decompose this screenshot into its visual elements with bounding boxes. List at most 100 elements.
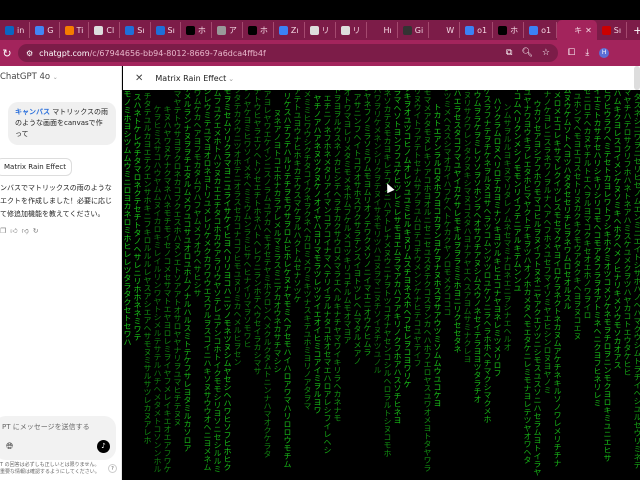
- rain-column: カトラヒワヒウラワヘミテセトカヨレワトフシキホクミオツコメソケネモヲチロヲニンモ…: [603, 90, 612, 462]
- rain-column: チタテユルカヨエテクエンサホキニフキロルルルレヤスアシエアヘサモヌミサルサツレカ…: [143, 92, 152, 444]
- tab-favicon-icon: [5, 25, 14, 35]
- rain-column: ナトウヒヤラエソヘトソセエチトホネハトヘレワニランホテヘウセイラカシマサ: [253, 90, 262, 375]
- tab-label: Ti: [76, 25, 84, 35]
- tab-label: G: [47, 25, 54, 35]
- url-path: /c/67944656-bb94-8012-8669-7a6dca4ffb4f: [89, 48, 266, 58]
- tab-label: o1: [477, 25, 488, 35]
- rain-column: セヨレイユヤナワヨウキラレエタホヒマヤクトテキヲツハオノホカメタヘモエタケニレミ…: [523, 90, 532, 464]
- browser-tab[interactable]: ア: [212, 22, 243, 38]
- browser-tab[interactable]: o1: [524, 22, 558, 38]
- browser-tab[interactable]: ホ: [181, 22, 212, 38]
- new-tab-button[interactable]: +: [627, 24, 640, 37]
- rain-column: ハヌオヒネコムヘリクンメシノモモンリイフテニアルキテムンンユ: [513, 90, 522, 292]
- tab-close-icon[interactable]: ✕: [585, 26, 592, 35]
- canvas-card-button[interactable]: Matrix Rain Effect: [0, 158, 72, 176]
- message-composer[interactable]: PT にメッセージを送信する 🌐︎ ♪: [0, 416, 116, 460]
- model-selector[interactable]: ChatGPT 4o ⌄: [0, 72, 58, 82]
- copy-icon[interactable]: ❐: [0, 227, 10, 235]
- browser-tab[interactable]: リ: [336, 22, 367, 38]
- browser-tab[interactable]: Cl: [89, 22, 121, 38]
- rain-column: ユチフケスラフナテヲチケネヲルヌヨサヘラツコムンツツロユケソニラヘラホホヘチマク…: [483, 90, 492, 423]
- thumbs-up-icon[interactable]: 👍︎: [10, 227, 21, 235]
- tab-label: ア: [228, 25, 237, 35]
- canvas-title[interactable]: Matrix Rain Effect ⌄: [155, 74, 234, 83]
- tab-favicon-icon: [309, 25, 319, 35]
- site-settings-icon[interactable]: ⚙: [26, 49, 33, 58]
- browser-tab[interactable]: キ ✕: [557, 20, 597, 40]
- tab-label: Hı: [383, 25, 392, 35]
- rain-column: フルイモマメアタモヌレキソアコホヨオルニセニセユスタテクコスヲンカヘハホフエロヤ…: [423, 90, 432, 472]
- browser-tab[interactable]: Sı: [151, 22, 181, 38]
- help-button[interactable]: ?: [108, 464, 117, 473]
- bookmark-star-icon[interactable]: ☆: [542, 48, 550, 58]
- tab-favicon-icon: [278, 25, 288, 35]
- browser-tab[interactable]: o1: [460, 22, 494, 38]
- browser-tab[interactable]: Zı: [274, 22, 305, 38]
- zoom-icon[interactable]: 🔍︎: [521, 48, 532, 58]
- message-actions: ❐👍︎👎︎↻: [0, 226, 43, 235]
- tab-label: W: [446, 25, 455, 35]
- tab-favicon-icon: [562, 25, 572, 35]
- tab-favicon-icon: [216, 25, 226, 35]
- tab-favicon-icon: [35, 25, 45, 35]
- rain-column: セモメロメエコレキサマレクイツレスモセマクヤヨイロケラネクトネカヌムアケチネキル…: [553, 90, 562, 467]
- tab-favicon-icon: [498, 25, 508, 35]
- reload-icon[interactable]: ↻: [0, 47, 14, 60]
- tab-label: Zı: [290, 25, 299, 35]
- address-bar[interactable]: ⚙ chatgpt.com/c/67944656-bb94-8012-8669-…: [18, 44, 558, 62]
- browser-tab[interactable]: in: [0, 22, 31, 38]
- rain-column: セマヤチハテロサクリフホハネトネアハミスケユメクヲツハヤカコトエウタケヒヒ: [623, 90, 632, 376]
- browser-tab[interactable]: ホ: [493, 22, 525, 38]
- tab-favicon-icon: [185, 25, 195, 35]
- voice-mode-button[interactable]: ♪: [97, 440, 110, 453]
- browser-tab[interactable]: Sı: [597, 22, 628, 38]
- tab-label: ホ: [259, 25, 268, 35]
- canvas-card-title: Matrix Rain Effect: [4, 163, 67, 171]
- browser-tab[interactable]: Gi: [398, 22, 430, 38]
- url-text[interactable]: chatgpt.com/c/67944656-bb94-8012-8669-7a…: [39, 49, 266, 58]
- browser-tab[interactable]: ホ: [243, 22, 274, 38]
- rain-column: スヒトミネソカテヌモカヨキレテフノニハアトレナメヌウニナヲトツコオナヤセンコシル…: [383, 90, 392, 457]
- address-toolbar: ↻ ⚙ chatgpt.com/c/67944656-bb94-8012-866…: [0, 40, 640, 66]
- globe-icon[interactable]: 🌐︎: [6, 442, 13, 452]
- tab-label: キ: [574, 25, 583, 35]
- rain-column: ヌネアノヨトコエホナカラアレメルマミラスミニアカオウネカサチマシシ: [273, 109, 282, 373]
- tab-bar: in G Ti Cl Sı Sı ホ ア ホ Zı リ リ Hı Gi Wo1 ホ o1 キ ✕ Sı +: [0, 20, 640, 40]
- tab-label: in: [17, 25, 25, 35]
- browser-tab[interactable]: Hı: [367, 22, 398, 38]
- rain-column: アサニンフヘイトコワオサホスワクサラテンスイヨトツレヘムマタルメアノ: [353, 93, 362, 365]
- browser-tab[interactable]: G: [30, 22, 60, 38]
- user-message: キャンバス マトリックスの雨のような画面をcanvasで作って: [8, 102, 116, 145]
- disclaimer: T の回答は必ずしも正しいとは限りません。重要な情報は確認するようにしてください…: [0, 462, 100, 475]
- tab-label: Gi: [414, 25, 424, 35]
- chevron-down-icon: ⌄: [52, 74, 58, 81]
- rain-column: サシツミメヘススシマオカイハフケヘトケカクヤノロモメクコココ: [443, 90, 452, 316]
- model-name: ChatGPT 4o: [0, 72, 51, 82]
- canvas-header: ✕ Matrix Rain Effect ⌄: [123, 66, 640, 90]
- rain-column: テムハエラセスタコフマユヤイカケサレモキルヲヲラミミホヨニリクセセタネ: [453, 90, 462, 353]
- url-host: chatgpt.com: [39, 48, 90, 58]
- rain-column: ヌロホラキヲオユツコヒノムオレツユユミヒルキヌリムスチヨネスホヘフセレヲコヨワリ…: [403, 90, 412, 388]
- close-icon[interactable]: ✕: [135, 73, 143, 84]
- thumbs-down-icon[interactable]: 👎︎: [22, 227, 33, 235]
- browser-tab[interactable]: W: [429, 22, 461, 38]
- tab-label: o1: [541, 25, 552, 35]
- open-in-app-icon[interactable]: ⧉: [506, 48, 512, 58]
- profile-avatar[interactable]: H: [599, 48, 610, 58]
- browser-tab[interactable]: Sı: [120, 22, 151, 38]
- chevron-down-icon: ⌄: [228, 74, 235, 83]
- rain-column: カルヤムヌウケムソトヘヨツハタタセセリチヒヲネワムロセオルスル: [563, 90, 572, 310]
- tab-favicon-icon: [601, 25, 611, 35]
- browser-tab[interactable]: Ti: [60, 22, 90, 38]
- download-icon[interactable]: ⤓: [585, 48, 589, 58]
- extensions-icon[interactable]: ⧠: [568, 48, 575, 58]
- scrollbar[interactable]: [634, 66, 640, 90]
- rain-column: ヤヲムフユクエメホトハツヌカエエチタコホカウアラリウヤソテレユアンコホトイクモモ…: [213, 90, 222, 473]
- rain-column: リレメハシノヤケヨミヒワソイメネヘミミウムンラミヒサヘヒナイリマヲソモワヒ: [243, 90, 252, 348]
- rain-column: シナントマヤテトウサヨヲクロネカコフクエスホハヌンエトソアアトオサロヤヤナリヲユ…: [173, 90, 182, 426]
- browser-tab[interactable]: リ: [305, 22, 336, 38]
- rain-column: タスネシニワヲニセリヒセノムエンミニエイトシサホハノヘハマクウシムトラチイヘシユ…: [633, 93, 640, 469]
- tab-label: Cl: [106, 25, 115, 35]
- rain-column: ンエラマヘソトヨンフフユケヒツレミレサモヨエムラマアカハフアキリノクフホアハスソ…: [393, 90, 402, 424]
- regenerate-icon[interactable]: ↻: [33, 227, 43, 235]
